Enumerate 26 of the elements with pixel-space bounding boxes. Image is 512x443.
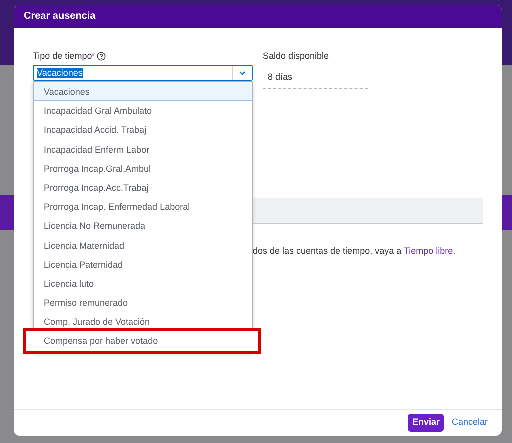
dropdown-option[interactable]: Incapacidad Enferm Labor (34, 140, 252, 159)
balance-value: 8 días (263, 71, 368, 88)
dropdown-option[interactable]: Prorroga Incap.Acc.Trabaj (34, 178, 252, 198)
dropdown-option[interactable]: Incapacidad Gral Ambulato (34, 101, 252, 120)
dropdown-option[interactable]: Licencia Paternidad (34, 254, 252, 274)
help-icon[interactable] (97, 52, 106, 62)
required-mark: * (91, 50, 95, 63)
submit-button[interactable]: Enviar (408, 414, 444, 432)
dropdown-option[interactable]: Permiso remunerado (34, 293, 252, 312)
dropdown-option[interactable]: Licencia Maternidad (34, 236, 252, 255)
dropdown-toggle[interactable] (232, 66, 252, 80)
dropdown-option[interactable]: Prorroga Incap. Enfermedad Laboral (34, 197, 252, 216)
info-text: dos de las cuentas de tiempo, vaya a Tiempo libre. (253, 245, 456, 258)
field-label: Saldo disponible (263, 50, 330, 63)
time-type-select[interactable]: Vacaciones (33, 65, 253, 81)
dialog-title: Crear ausencia (24, 10, 96, 24)
dropdown-option[interactable]: Incapacidad Accid. Trabaj (34, 120, 252, 140)
field-label: Tipo de tiempo (33, 50, 92, 63)
dropdown-option[interactable]: Compensa por haber votado (26, 331, 258, 351)
dropdown-option[interactable]: Licencia No Remunerada (34, 216, 252, 236)
cancel-button[interactable]: Cancelar (450, 414, 490, 432)
time-off-link[interactable]: Tiempo libre (404, 246, 454, 256)
dropdown-option[interactable]: Licencia luto (34, 274, 252, 294)
dropdown-option[interactable]: Prorroga Incap.Gral.Ambul (34, 158, 252, 178)
dropdown-option[interactable]: Vacaciones (34, 82, 252, 102)
chevron-icon (239, 70, 246, 76)
